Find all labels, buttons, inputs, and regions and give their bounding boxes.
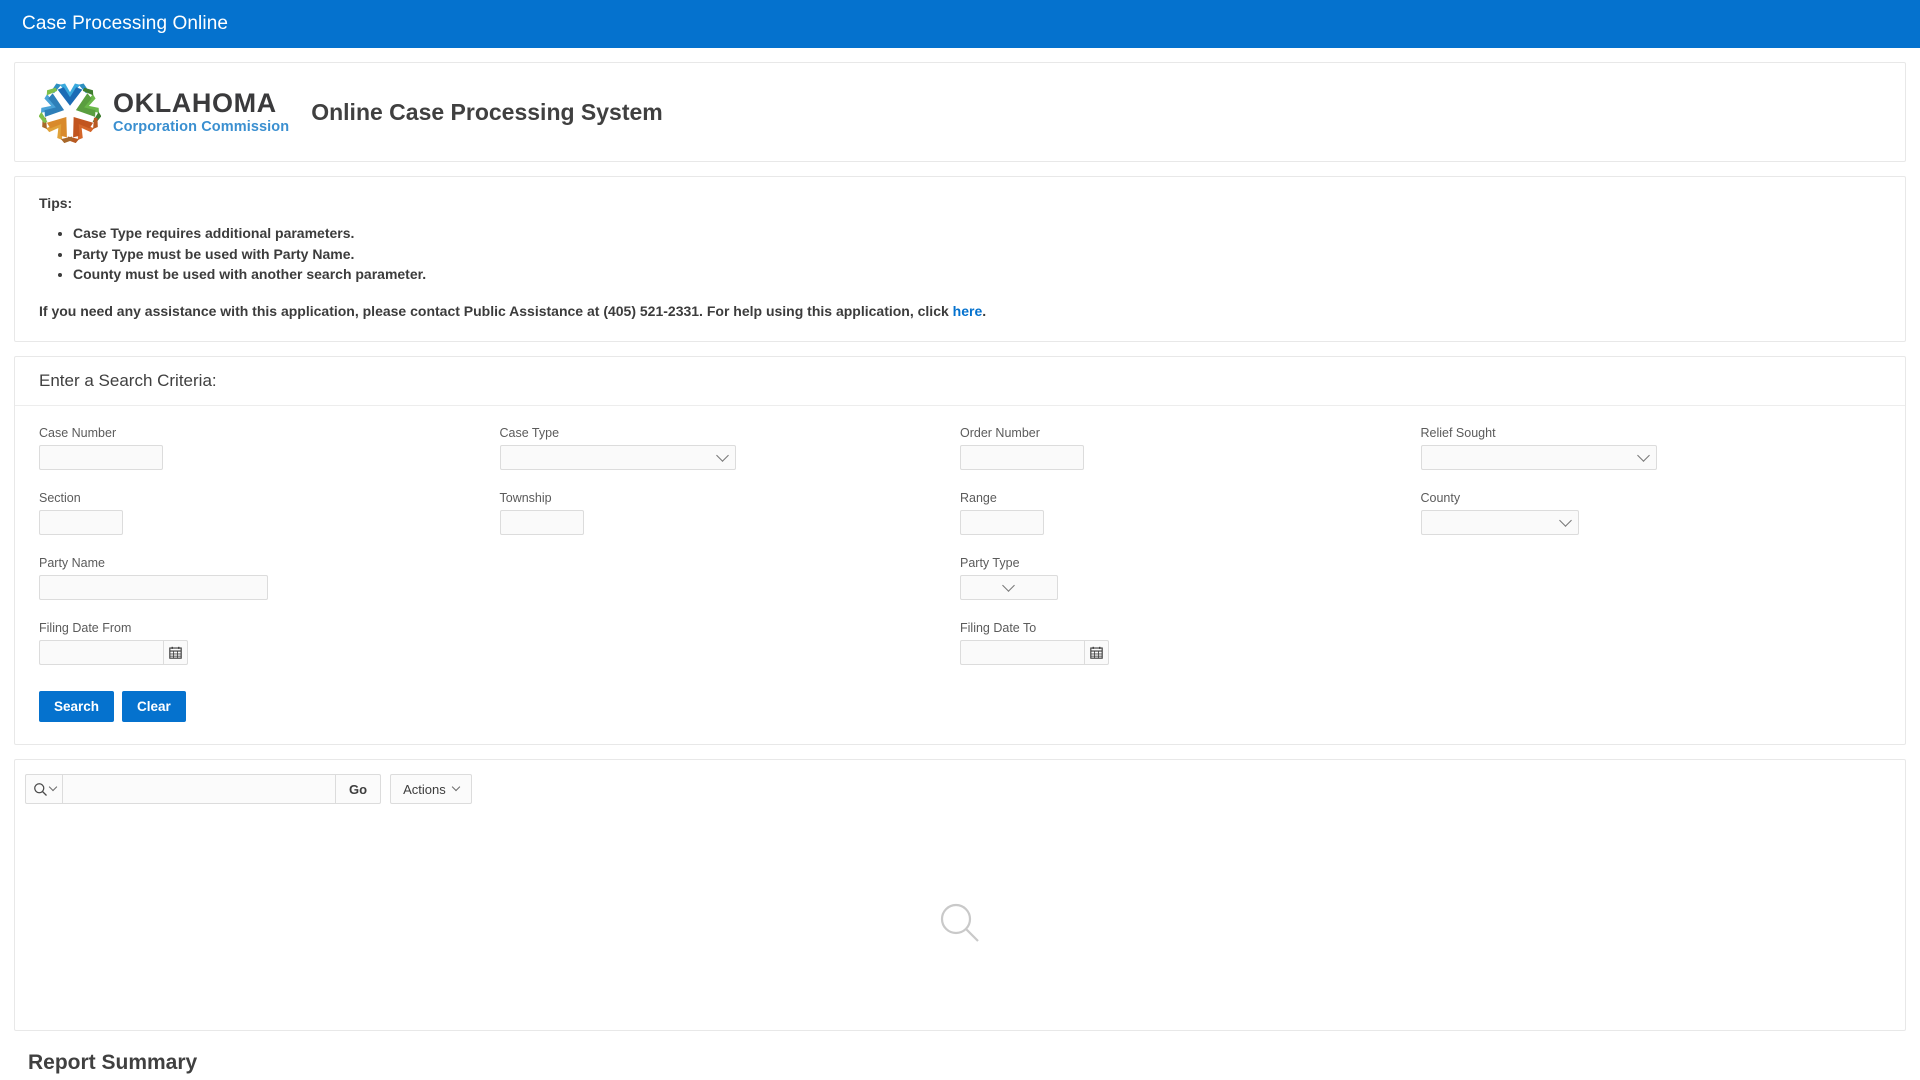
report-empty-state: [15, 816, 1905, 1030]
branding-region: OKLAHOMA Corporation Commission Online C…: [14, 62, 1906, 162]
field-county: County: [1420, 491, 1882, 556]
clear-button[interactable]: Clear: [122, 691, 186, 723]
filing-date-to-calendar-button[interactable]: [1084, 640, 1109, 666]
case-number-input[interactable]: [39, 445, 163, 471]
tips-heading: Tips:: [39, 195, 73, 211]
order-number-label: Order Number: [960, 426, 1040, 441]
case-type-label: Case Type: [499, 426, 560, 441]
field-filing-date-to: Filing Date To: [960, 621, 1421, 681]
report-go-button[interactable]: Go: [335, 774, 382, 805]
report-search-input[interactable]: [63, 774, 335, 805]
county-label: County: [1420, 491, 1461, 506]
assistance-text: If you need any assistance with this app…: [39, 303, 1881, 319]
tips-item: County must be used with another search …: [73, 264, 1881, 285]
field-spacer-3: [500, 621, 961, 681]
party-type-select[interactable]: [960, 575, 1058, 601]
search-icon: [33, 782, 47, 796]
chevron-down-icon: [1002, 579, 1015, 593]
chevron-down-icon: [451, 782, 460, 792]
report-toolbar: Go Actions: [15, 760, 1905, 816]
search-criteria-body: Case Number Case Type Order Number Relie…: [15, 406, 1905, 744]
report-search-column-selector[interactable]: [25, 774, 63, 805]
page-body: OKLAHOMA Corporation Commission Online C…: [0, 48, 1920, 1080]
search-actions: Search Clear: [39, 691, 1881, 723]
report-summary-title: Report Summary: [28, 1051, 198, 1075]
interactive-report-region: Go Actions: [14, 759, 1906, 1032]
chevron-down-icon: [715, 449, 729, 463]
field-filing-date-from: Filing Date From: [39, 621, 500, 681]
agency-wordmark: OKLAHOMA Corporation Commission: [113, 87, 290, 135]
chevron-down-icon: [48, 782, 57, 792]
filing-date-from-input[interactable]: [39, 640, 163, 666]
filing-date-to-input[interactable]: [960, 640, 1084, 666]
app-title: Case Processing Online: [22, 13, 229, 34]
field-party-type: Party Type: [960, 556, 1421, 621]
party-name-input[interactable]: [39, 575, 268, 601]
township-input[interactable]: [499, 510, 584, 536]
agency-name: OKLAHOMA: [113, 87, 277, 118]
search-form-grid: Case Number Case Type Order Number Relie…: [39, 426, 1881, 681]
search-criteria-title: Enter a Search Criteria:: [39, 371, 217, 391]
case-number-label: Case Number: [39, 426, 117, 441]
township-label: Township: [499, 491, 552, 506]
field-party-name: Party Name: [39, 556, 500, 621]
relief-sought-label: Relief Sought: [1420, 426, 1496, 441]
field-case-type: Case Type: [499, 426, 961, 491]
filing-date-from-group: [39, 640, 188, 666]
tips-item: Case Type requires additional parameters…: [73, 223, 1881, 244]
search-criteria-region: Enter a Search Criteria: Case Number Cas…: [14, 356, 1906, 746]
report-search-group: Go: [25, 774, 382, 805]
range-label: Range: [960, 491, 997, 506]
field-relief-sought: Relief Sought: [1420, 426, 1882, 491]
field-range: Range: [960, 491, 1421, 556]
chevron-down-icon: [1636, 449, 1650, 463]
search-button[interactable]: Search: [39, 691, 115, 723]
help-here-link[interactable]: here: [953, 303, 983, 319]
section-label: Section: [39, 491, 81, 506]
chevron-down-icon: [1558, 514, 1572, 528]
relief-sought-select[interactable]: [1420, 445, 1657, 471]
field-township: Township: [499, 491, 961, 556]
tips-region: Tips: Case Type requires additional para…: [14, 176, 1906, 343]
range-input[interactable]: [960, 510, 1044, 536]
agency-logo: OKLAHOMA Corporation Commission: [38, 81, 290, 144]
filing-date-to-label: Filing Date To: [960, 621, 1037, 636]
field-spacer-4: [1421, 621, 1882, 681]
assistance-text-suffix: .: [982, 303, 987, 320]
filing-date-from-calendar-button[interactable]: [163, 640, 188, 666]
report-actions-menu[interactable]: Actions: [390, 774, 472, 805]
filing-date-from-label: Filing Date From: [39, 621, 132, 636]
tips-item: Party Type must be used with Party Name.: [73, 244, 1881, 265]
page-title: Online Case Processing System: [311, 98, 663, 125]
field-spacer-2: [1421, 556, 1882, 621]
party-name-label: Party Name: [39, 556, 105, 571]
large-magnifier-icon: [940, 904, 979, 942]
field-order-number: Order Number: [960, 426, 1421, 491]
assistance-text-prefix: If you need any assistance with this app…: [39, 303, 953, 320]
oklahoma-corporation-commission-pinwheel-icon: [38, 81, 102, 144]
calendar-icon: [1090, 646, 1103, 659]
search-criteria-header: Enter a Search Criteria:: [15, 357, 1905, 407]
calendar-icon: [169, 646, 182, 659]
case-type-select[interactable]: [499, 445, 736, 471]
order-number-input[interactable]: [960, 445, 1084, 471]
report-actions-label: Actions: [403, 781, 446, 797]
field-section: Section: [39, 491, 500, 556]
field-case-number: Case Number: [39, 426, 500, 491]
tips-list: Case Type requires additional parameters…: [39, 223, 1881, 285]
field-spacer-1: [500, 556, 961, 621]
party-type-label: Party Type: [960, 556, 1020, 571]
county-select[interactable]: [1420, 510, 1579, 536]
agency-subname: Corporation Commission: [113, 118, 290, 135]
section-input[interactable]: [39, 510, 123, 536]
app-header: Case Processing Online: [0, 0, 1920, 48]
filing-date-to-group: [960, 640, 1109, 666]
